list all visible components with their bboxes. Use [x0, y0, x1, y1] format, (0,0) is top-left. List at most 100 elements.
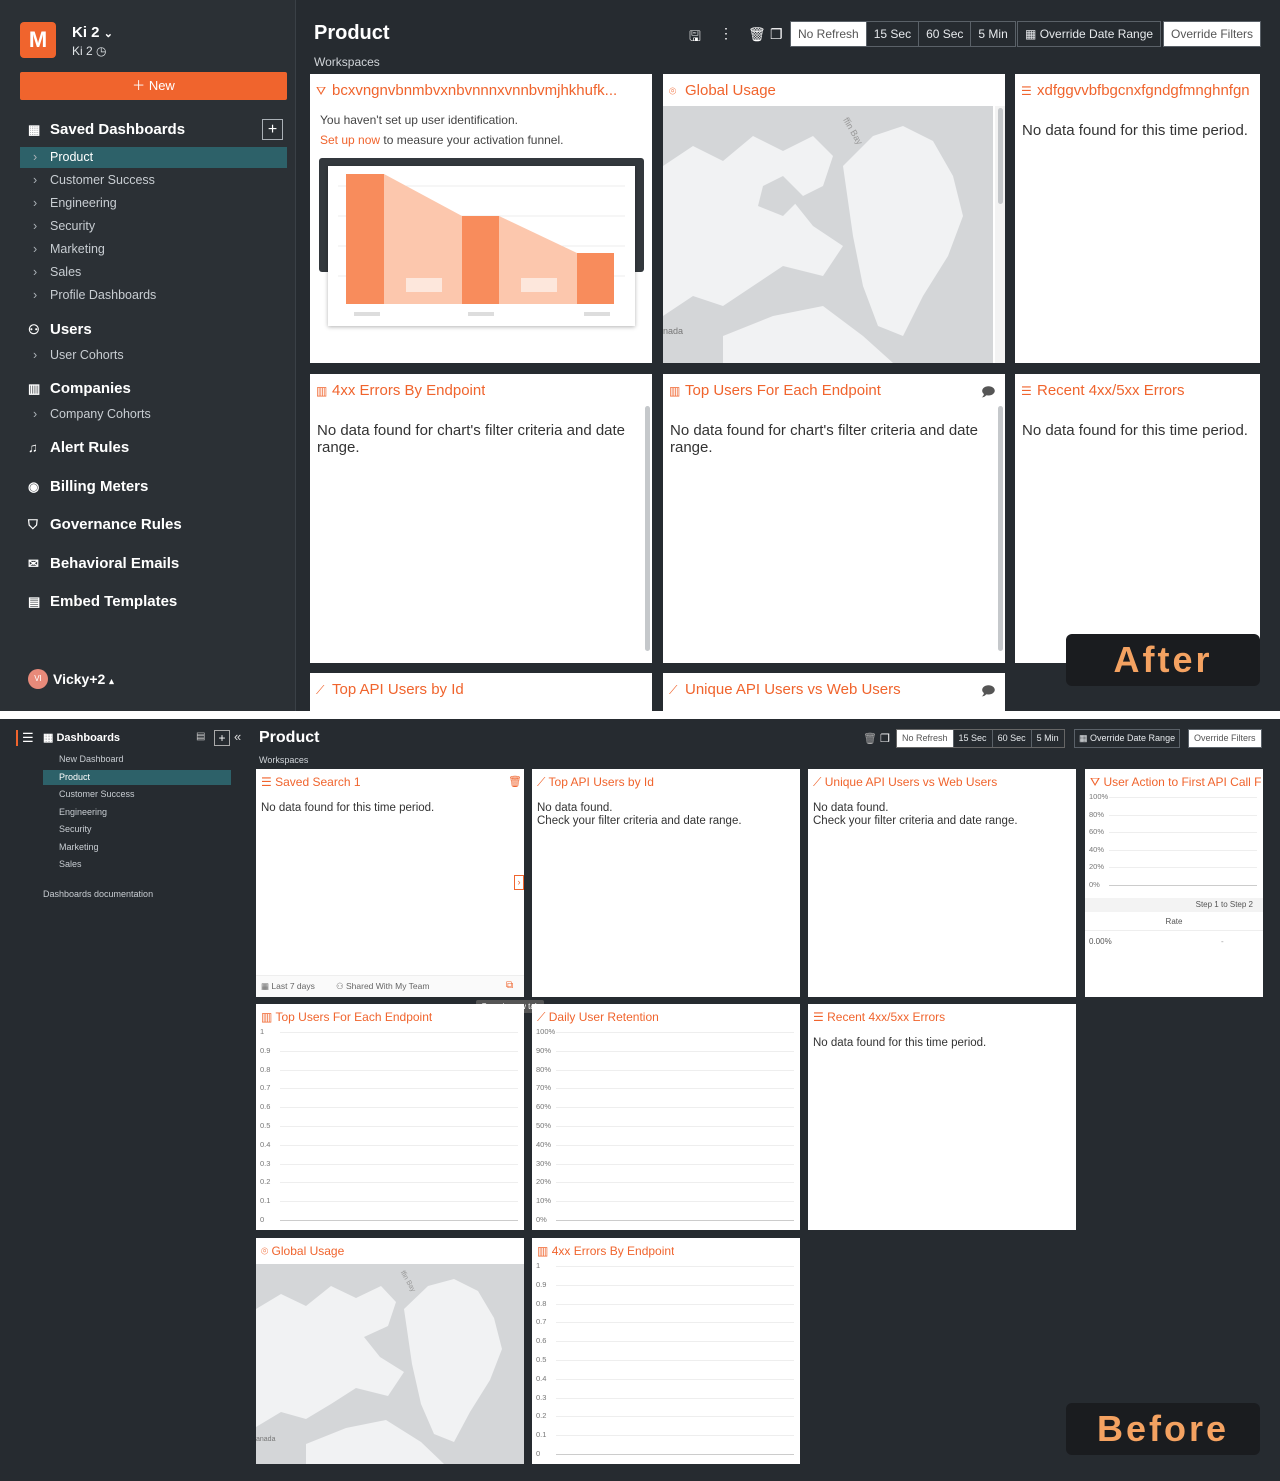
card-title[interactable]: ☰ Recent 4xx/5xx Errors	[1021, 382, 1185, 399]
sidebar-item-product[interactable]: Product	[20, 147, 287, 168]
trash-icon[interactable]: 🗑	[508, 775, 522, 788]
card-title[interactable]: ☰ xdfggvvbfbgcnxfgndgfmnghnfgn	[1021, 82, 1260, 99]
sidebar-item-company-cohorts[interactable]: Company Cohorts	[20, 404, 287, 425]
sidebar-item-profile-dashboards[interactable]: Profile Dashboards	[20, 285, 287, 306]
card-title[interactable]: ⛛ User Action to First API Call F	[1090, 775, 1263, 790]
sidebar-item-marketing[interactable]: Marketing	[43, 840, 231, 855]
breadcrumb[interactable]: Workspaces	[314, 55, 380, 69]
app-logo[interactable]: M	[20, 22, 56, 58]
override-filters-button[interactable]: Override Filters	[1163, 21, 1262, 47]
card-title[interactable]: ▥ Top Users For Each Endpoint	[261, 1010, 432, 1024]
card-title[interactable]: ☰ Recent 4xx/5xx Errors	[813, 1010, 945, 1024]
section-billing-meters[interactable]: ◉ Billing Meters	[28, 478, 148, 495]
breadcrumb[interactable]: Workspaces	[259, 755, 308, 765]
card-title[interactable]: ⟋ Unique API Users vs Web Users	[813, 775, 997, 790]
refresh-5m[interactable]: 5 Min	[971, 22, 1014, 46]
card-title-text: Recent 4xx/5xx Errors	[827, 1010, 946, 1024]
save-icon[interactable]: 🖫	[689, 26, 701, 50]
sidebar-item-sales[interactable]: Sales	[43, 857, 231, 872]
menu-icon[interactable]: ☰	[22, 730, 34, 746]
scrollbar[interactable]	[995, 106, 1005, 363]
scrollbar[interactable]	[996, 406, 1005, 656]
world-map[interactable]: nada ffin Bay	[663, 106, 993, 363]
card-top-api-users: ⟋ Top API Users by Id No data found. Chec…	[532, 769, 800, 997]
world-map[interactable]: anada ffin Bay	[256, 1264, 524, 1464]
avatar[interactable]: VI	[28, 669, 48, 689]
section-alert-rules[interactable]: ♫ Alert Rules	[28, 439, 129, 456]
comment-icon[interactable]: 🗩	[981, 383, 995, 405]
scrollbar[interactable]	[643, 406, 652, 656]
trash-icon[interactable]: 🗑	[863, 732, 877, 745]
sidebar-item-engineering[interactable]: Engineering	[43, 805, 231, 820]
override-date-button[interactable]: ▦ Override Date Range	[1017, 21, 1162, 47]
gridline	[280, 1126, 518, 1127]
sidebar-item-engineering[interactable]: Engineering	[20, 193, 287, 214]
sidebar-item-sales[interactable]: Sales	[20, 262, 287, 283]
card-title[interactable]: ⛛ bcxvngnvbnmbvxnbvnnnxvnnbvmjhkhufk...	[316, 82, 642, 99]
override-date-button[interactable]: ▦ Override Date Range	[1074, 729, 1181, 748]
share-status[interactable]: ⚇ Shared With My Team	[336, 981, 429, 992]
scrollbar-thumb[interactable]	[645, 406, 650, 651]
sidebar-item-user-cohorts[interactable]: User Cohorts	[20, 345, 287, 366]
section-users[interactable]: ⚇ Users	[28, 321, 92, 338]
card-title[interactable]: ⟋ Daily User Retention	[537, 1010, 659, 1025]
section-companies[interactable]: ▥ Companies	[28, 380, 131, 397]
expand-arrow-icon[interactable]: ›	[514, 875, 524, 890]
user-menu[interactable]: Vicky+2 ▴	[53, 671, 114, 687]
embed-icon[interactable]: ▤	[196, 731, 205, 742]
setup-msg-text: to measure your activation funnel.	[380, 133, 564, 147]
card-title[interactable]: ⟋ Top API Users by Id	[537, 775, 654, 790]
section-governance-rules[interactable]: ⛉ Governance Rules	[28, 516, 182, 533]
section-embed-templates[interactable]: ▤ Embed Templates	[28, 593, 177, 610]
new-button[interactable]: ＋ New	[20, 72, 287, 100]
card-title[interactable]: ⌾ Global Usage	[261, 1244, 344, 1259]
override-filters-button[interactable]: Override Filters	[1188, 729, 1262, 748]
card-title[interactable]: ⟋ Top API Users by Id	[316, 681, 464, 698]
sidebar-item-security[interactable]: Security	[20, 216, 287, 237]
external-link-icon[interactable]: ⧉	[506, 980, 513, 991]
sidebar-item-new-dashboard[interactable]: New Dashboard	[43, 752, 231, 767]
more-vertical-icon[interactable]: ⋮	[719, 25, 733, 42]
sidebar-item-customer-success[interactable]: Customer Success	[20, 170, 287, 191]
chevron-down-icon: ⌄	[103, 28, 113, 40]
card-title[interactable]: ⟋ Unique API Users vs Web Users	[669, 681, 901, 698]
card-title[interactable]: ▥ 4xx Errors By Endpoint	[316, 382, 485, 399]
collapse-icon[interactable]: «	[234, 729, 241, 744]
sidebar-item-marketing[interactable]: Marketing	[20, 239, 287, 260]
refresh-60s[interactable]: 60 Sec	[993, 730, 1032, 747]
card-title[interactable]: ☰ Saved Search 1	[261, 775, 361, 789]
card-top-users-endpoint: ▥ Top Users For Each Endpoint 🗩 No data f…	[663, 374, 1005, 663]
section-behavioral-emails[interactable]: ✉ Behavioral Emails	[28, 555, 179, 572]
sidebar-item-product[interactable]: Product	[43, 770, 231, 785]
refresh-15s[interactable]: 15 Sec	[867, 22, 920, 46]
sidebar-item-customer-success[interactable]: Customer Success	[43, 787, 231, 802]
scrollbar-thumb[interactable]	[997, 108, 1003, 204]
trash-icon[interactable]: 🗑	[748, 26, 766, 43]
list-icon: ☰	[261, 775, 272, 789]
card-title[interactable]: ▥ 4xx Errors By Endpoint	[537, 1244, 674, 1258]
sidebar-item-security[interactable]: Security	[43, 822, 231, 837]
add-dashboard-button[interactable]: +	[262, 119, 283, 140]
refresh-5m[interactable]: 5 Min	[1032, 730, 1064, 747]
refresh-15s[interactable]: 15 Sec	[954, 730, 993, 747]
card-title[interactable]: ▥ Top Users For Each Endpoint	[669, 382, 881, 399]
section-label: Behavioral Emails	[50, 555, 180, 572]
workspace-switcher[interactable]: Ki 2 ⌄	[72, 24, 113, 41]
team-icon: ⚇	[336, 981, 344, 991]
refresh-none[interactable]: No Refresh	[897, 730, 954, 747]
section-saved-dashboards[interactable]: ▦ Saved Dashboards	[28, 121, 185, 138]
setup-now-link[interactable]: Set up now	[320, 133, 380, 147]
gridline	[556, 1303, 794, 1305]
comment-icon[interactable]: 🗩	[981, 682, 995, 704]
refresh-none[interactable]: No Refresh	[791, 22, 867, 46]
date-range[interactable]: ▦ Last 7 days	[261, 981, 315, 992]
copy-icon[interactable]: ❐	[770, 26, 783, 43]
copy-icon[interactable]: ❐	[880, 732, 890, 745]
gridline	[280, 1107, 518, 1109]
add-dashboard-button[interactable]: +	[214, 730, 230, 746]
card-title-text: Recent 4xx/5xx Errors	[1037, 382, 1185, 399]
scrollbar-thumb[interactable]	[998, 406, 1003, 651]
dashboards-documentation-link[interactable]: Dashboards documentation	[43, 889, 153, 899]
refresh-60s[interactable]: 60 Sec	[919, 22, 972, 46]
card-title[interactable]: ⌾ Global Usage	[669, 82, 776, 99]
